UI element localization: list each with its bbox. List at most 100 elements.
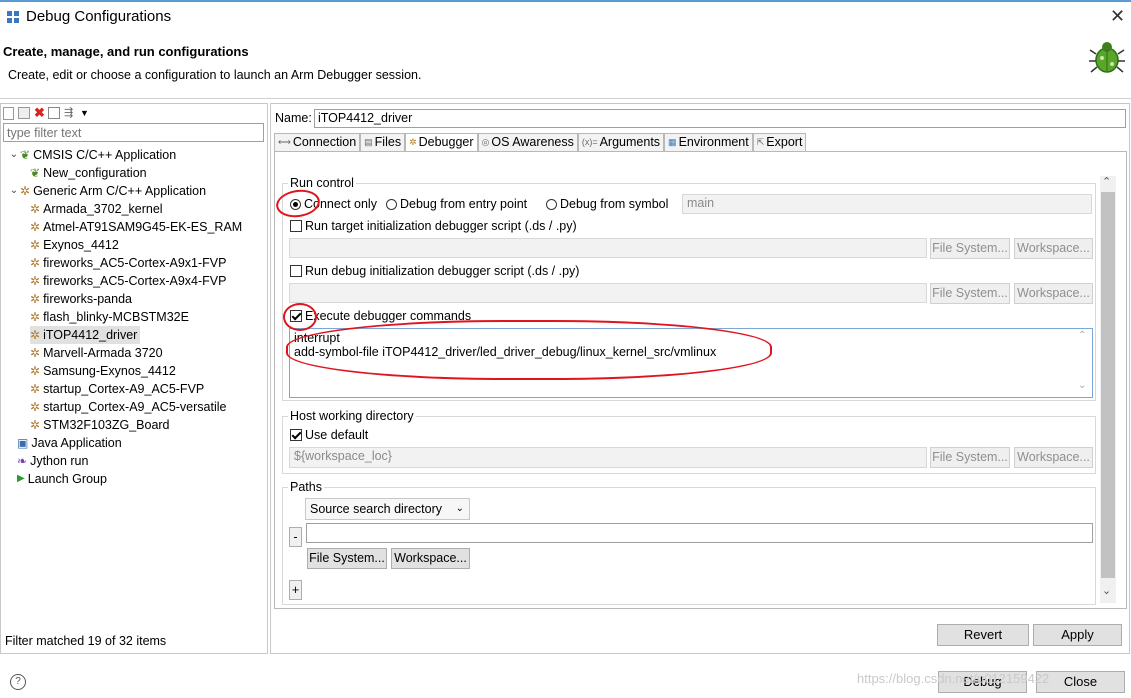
debug-config-gear-icon: ✲ [30, 310, 41, 324]
tree-item[interactable]: ⌄ ✲ Generic Arm C/C++ Application [8, 182, 206, 200]
tree-item-label: iTOP4412_driver [43, 328, 138, 342]
close-icon[interactable]: ✕ [1110, 6, 1125, 27]
source-search-select[interactable]: Source search directory ⌄ [305, 498, 470, 520]
tree-item[interactable]: ✲ flash_blinky-MCBSTM32E [30, 308, 189, 326]
debug-config-gear-icon: ✲ [20, 184, 31, 198]
chevron-down-icon[interactable]: ▼ [80, 107, 92, 119]
tree-item[interactable]: ✲ iTOP4412_driver [30, 326, 141, 344]
tree-item-label: CMSIS C/C++ Application [33, 148, 177, 162]
tree-toolbar: ✖ ⇶ ▼ [3, 105, 92, 121]
header-title: Create, manage, and run configurations [3, 44, 249, 59]
target-file-system-button[interactable]: File System... [930, 238, 1010, 259]
debugger-icon: ✲ [409, 137, 417, 147]
export-icon: ⇱ [756, 137, 765, 147]
debug-config-gear-icon: ✲ [30, 292, 41, 306]
tree-item-label: startup_Cortex-A9_AC5-FVP [43, 382, 205, 396]
debug-config-gear-icon: ✲ [30, 364, 41, 378]
watermark: https://blog.csdn.net/u012159422 [857, 671, 1050, 686]
apply-button[interactable]: Apply [1033, 624, 1122, 646]
tree-item[interactable]: ✲ fireworks_AC5-Cortex-A9x1-FVP [30, 254, 226, 272]
filter-input[interactable] [3, 123, 264, 142]
tree-item[interactable]: ✲ STM32F103ZG_Board [30, 416, 170, 434]
tree-item-label: Launch Group [27, 472, 107, 486]
tab-debugger[interactable]: ✲ Debugger [405, 133, 478, 151]
tree-item[interactable]: ▣ Java Application [17, 434, 122, 452]
run-control-label: Run control [288, 176, 356, 190]
name-field[interactable]: iTOP4412_driver [314, 109, 1126, 128]
run-debug-script-box [290, 265, 302, 277]
revert-button[interactable]: Revert [937, 624, 1029, 646]
host-dir-field: ${workspace_loc} [289, 447, 927, 468]
symbol-field[interactable]: main [682, 194, 1092, 214]
bug-icon [1089, 42, 1125, 73]
tree-item-label: fireworks_AC5-Cortex-A9x1-FVP [43, 256, 227, 270]
tree-item[interactable]: ✲ Marvell-Armada 3720 [30, 344, 163, 362]
window-title: Debug Configurations [26, 8, 172, 25]
run-target-script-checkbox[interactable]: Run target initialization debugger scrip… [290, 219, 577, 233]
tree-item[interactable]: ❧ Jython run [17, 452, 88, 470]
paths-label: Paths [288, 480, 324, 494]
name-label: Name: [275, 111, 312, 125]
tab-files[interactable]: ▤ Files [360, 133, 406, 151]
tab-export[interactable]: ⇱ Export [752, 133, 807, 151]
host-workspace-button[interactable]: Workspace... [1014, 447, 1093, 468]
use-default-box [290, 429, 302, 441]
debug-entry-radio[interactable]: Debug from entry point [386, 197, 527, 211]
tree-item[interactable]: ✲ startup_Cortex-A9_AC5-versatile [30, 398, 226, 416]
debug-workspace-button[interactable]: Workspace... [1014, 283, 1093, 304]
delete-icon[interactable]: ✖ [34, 106, 45, 119]
tree-item[interactable]: ⌄ ❦ CMSIS C/C++ Application [8, 146, 176, 164]
scroll-thumb[interactable] [1101, 192, 1115, 578]
collapse-all-icon[interactable] [48, 107, 60, 119]
paths-file-system-button[interactable]: File System... [307, 548, 387, 569]
tree-item[interactable]: ▶ Launch Group [17, 470, 107, 488]
use-default-checkbox[interactable]: Use default [290, 428, 368, 442]
duplicate-icon[interactable] [18, 107, 30, 119]
scroll-down-icon[interactable]: ⌄ [1102, 584, 1111, 597]
debug-config-gear-icon: ✲ [30, 400, 41, 414]
chevron-down-icon[interactable]: ⌄ [8, 182, 20, 200]
debug-config-gear-icon: ✲ [30, 346, 41, 360]
paths-workspace-button[interactable]: Workspace... [391, 548, 470, 569]
debug-file-system-button[interactable]: File System... [930, 283, 1010, 304]
target-workspace-button[interactable]: Workspace... [1014, 238, 1093, 259]
tree-item[interactable]: ✲ Exynos_4412 [30, 236, 119, 254]
tree-item-label: startup_Cortex-A9_AC5-versatile [43, 400, 227, 414]
help-icon[interactable]: ? [10, 674, 26, 690]
add-path-button[interactable]: + [289, 580, 302, 600]
debug-symbol-radio[interactable]: Debug from symbol [546, 197, 668, 211]
path-input[interactable] [306, 523, 1093, 543]
close-button[interactable]: Close [1036, 671, 1125, 693]
tree-item-label: Atmel-AT91SAM9G45-EK-ES_RAM [43, 220, 243, 234]
host-file-system-button[interactable]: File System... [930, 447, 1010, 468]
tree-item[interactable]: ✲ Armada_3702_kernel [30, 200, 163, 218]
tree-item-label: Marvell-Armada 3720 [43, 346, 163, 360]
run-debug-script-checkbox[interactable]: Run debug initialization debugger script… [290, 264, 579, 278]
chevron-down-icon[interactable]: ⌄ [8, 146, 20, 164]
debug-script-field [289, 283, 927, 303]
textarea-scroll-up-icon[interactable]: ⌃ [1078, 330, 1086, 341]
tree-item-label: flash_blinky-MCBSTM32E [43, 310, 189, 324]
tree-item[interactable]: ✲ Samsung-Exynos_4412 [30, 362, 176, 380]
tab-os-awareness[interactable]: ◎ OS Awareness [477, 133, 578, 151]
tree-item[interactable]: ✲ startup_Cortex-A9_AC5-FVP [30, 380, 204, 398]
tree-item[interactable]: ✲ fireworks_AC5-Cortex-A9x4-FVP [30, 272, 226, 290]
tree-item-label: Generic Arm C/C++ Application [33, 184, 207, 198]
new-config-icon[interactable] [3, 106, 14, 120]
debug-config-icon [7, 11, 19, 23]
tree-item[interactable]: ❦ New_configuration [30, 164, 147, 182]
tree-item-label: Exynos_4412 [43, 238, 119, 252]
tab-arguments[interactable]: (x)= Arguments [577, 133, 665, 151]
host-dir-label: Host working directory [288, 409, 416, 423]
tree-item-label: Samsung-Exynos_4412 [43, 364, 176, 378]
tab-environment[interactable]: ▦ Environment [664, 133, 753, 151]
filter-icon[interactable]: ⇶ [64, 107, 76, 119]
tree-item[interactable]: ✲ Atmel-AT91SAM9G45-EK-ES_RAM [30, 218, 242, 236]
tree-item[interactable]: ✲ fireworks-panda [30, 290, 132, 308]
remove-path-button[interactable]: - [289, 527, 302, 547]
textarea-scroll-down-icon[interactable]: ⌄ [1078, 380, 1086, 391]
os-awareness-icon: ◎ [481, 137, 490, 147]
scroll-up-icon[interactable]: ⌃ [1102, 175, 1111, 188]
tab-connection[interactable]: ⟷ Connection [274, 133, 361, 151]
debug-symbol-radio-dot [546, 198, 557, 210]
